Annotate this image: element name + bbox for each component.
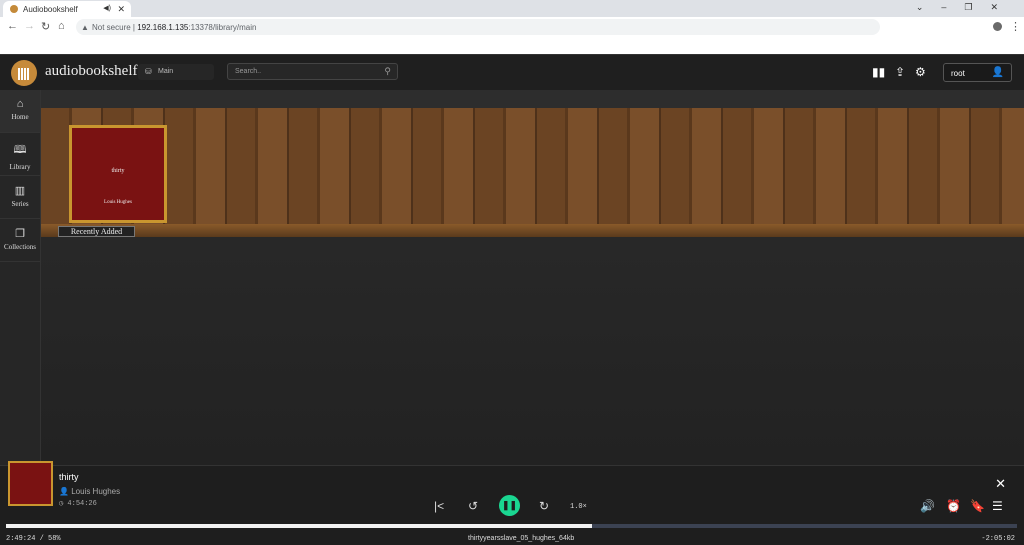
- shelf-edge: [41, 224, 1024, 237]
- upload-icon[interactable]: ⇪: [895, 65, 905, 79]
- sidebar-item-series[interactable]: ▥ Series: [0, 176, 40, 219]
- search-input[interactable]: Search.. ⚲: [227, 63, 398, 80]
- audio-playing-icon[interactable]: ◀): [103, 4, 111, 12]
- shelf-label: Recently Added: [58, 226, 135, 237]
- user-icon: 👤: [991, 67, 1004, 78]
- playback-rate[interactable]: 1.0×: [570, 503, 587, 511]
- brand-title[interactable]: audiobookshelf: [45, 63, 137, 80]
- logo[interactable]: [11, 60, 37, 86]
- track-filename: thirtyyearsslave_05_hughes_64kb: [468, 535, 575, 542]
- progress-track[interactable]: [6, 524, 1017, 528]
- bookmark-icon[interactable]: 🔖: [970, 499, 985, 513]
- audio-player: thirty 👤 Louis Hughes ◷ 4:54:26 |< ↺ ❚❚ …: [0, 461, 1024, 545]
- chapters-list-icon[interactable]: ☰: [992, 499, 1003, 513]
- player-duration: ◷ 4:54:26: [59, 499, 97, 508]
- rewind-10-icon[interactable]: ↺: [468, 499, 478, 513]
- favicon-icon: [10, 5, 18, 13]
- remaining-time: -2:05:02: [981, 535, 1015, 543]
- sidebar-item-collections[interactable]: ❐ Collections: [0, 219, 40, 262]
- browser-menu-icon[interactable]: ⋮: [1010, 20, 1021, 33]
- book-title: thirty: [111, 168, 125, 174]
- toolbar-strip: [41, 90, 1024, 108]
- browser-tab[interactable]: Audiobookshelf ◀) ✕: [3, 1, 131, 17]
- progress-fill: [6, 524, 593, 528]
- author-name: Louis Hughes: [71, 487, 121, 496]
- url-host: 192.168.1.135: [137, 23, 189, 32]
- app-header: audiobookshelf ⛁ Main Search.. ⚲ ▮▮ ⇪ ⚙ ro…: [0, 54, 1024, 90]
- address-bar-row: ← → ↻ ⌂ ▲ Not secure | 192.168.1.135:1337…: [0, 17, 1024, 37]
- window-controls[interactable]: ⌄–❐✕: [916, 2, 1016, 13]
- home-icon: ⌂: [16, 98, 24, 110]
- duration-value: 4:54:26: [67, 500, 97, 508]
- profile-avatar[interactable]: [993, 22, 1002, 31]
- home-icon[interactable]: ⌂: [58, 20, 65, 32]
- volume-icon[interactable]: 🔊: [920, 499, 935, 513]
- search-icon[interactable]: ⚲: [384, 66, 391, 77]
- page-gap: [0, 37, 1024, 54]
- book-icon: 🕮: [13, 144, 27, 156]
- forward-icon[interactable]: →: [24, 20, 35, 32]
- close-tab-icon[interactable]: ✕: [117, 4, 125, 15]
- library-name: Main: [158, 68, 174, 75]
- security-label: Not secure: [92, 23, 131, 32]
- sidebar-label: Library: [9, 163, 31, 171]
- tab-title: Audiobookshelf: [23, 5, 78, 14]
- player-title[interactable]: thirty: [59, 472, 79, 482]
- sidebar-item-library[interactable]: 🕮 Library: [0, 133, 40, 176]
- warning-icon: ▲: [81, 23, 89, 32]
- player-cover[interactable]: [8, 461, 53, 506]
- columns-icon: ▥: [14, 185, 26, 197]
- sidebar: ⌂ Home 🕮 Library ▥ Series ❐ Collections: [0, 90, 41, 465]
- main-content: thirty Louis Hughes Recently Added: [41, 90, 1024, 465]
- url-path: :13378/library/main: [188, 23, 257, 32]
- forward-10-icon[interactable]: ↻: [539, 499, 549, 513]
- book-author: Louis Hughes: [104, 200, 132, 205]
- sidebar-label: Home: [11, 113, 29, 121]
- url-field[interactable]: ▲ Not secure | 192.168.1.135:13378/librar…: [76, 19, 880, 35]
- book-card[interactable]: thirty Louis Hughes: [69, 125, 167, 223]
- pause-button[interactable]: ❚❚: [499, 495, 520, 516]
- settings-icon[interactable]: ⚙: [915, 65, 926, 79]
- sleep-timer-icon[interactable]: ⏰: [946, 499, 961, 513]
- person-icon: 👤: [59, 487, 72, 496]
- sidebar-label: Collections: [4, 243, 36, 251]
- back-icon[interactable]: ←: [7, 20, 18, 32]
- browser-tab-strip: Audiobookshelf ◀) ✕ ⌄–❐✕: [0, 0, 1024, 17]
- user-button[interactable]: root 👤: [943, 63, 1012, 82]
- previous-chapter-icon[interactable]: |<: [434, 499, 444, 513]
- current-time: 2:49:24 / 58%: [6, 535, 61, 543]
- username: root: [951, 69, 965, 78]
- sidebar-item-home[interactable]: ⌂ Home: [0, 90, 40, 133]
- reload-icon[interactable]: ↻: [41, 20, 50, 33]
- sidebar-label: Series: [11, 200, 29, 208]
- database-icon: ⛁: [145, 67, 152, 76]
- search-placeholder: Search..: [235, 68, 262, 75]
- library-select[interactable]: ⛁ Main: [138, 64, 214, 80]
- stats-icon[interactable]: ▮▮: [872, 65, 885, 79]
- bookshelf: [41, 108, 1024, 226]
- player-author[interactable]: 👤 Louis Hughes: [59, 487, 120, 496]
- collections-icon: ❐: [15, 228, 25, 240]
- close-player-icon[interactable]: ✕: [995, 476, 1006, 492]
